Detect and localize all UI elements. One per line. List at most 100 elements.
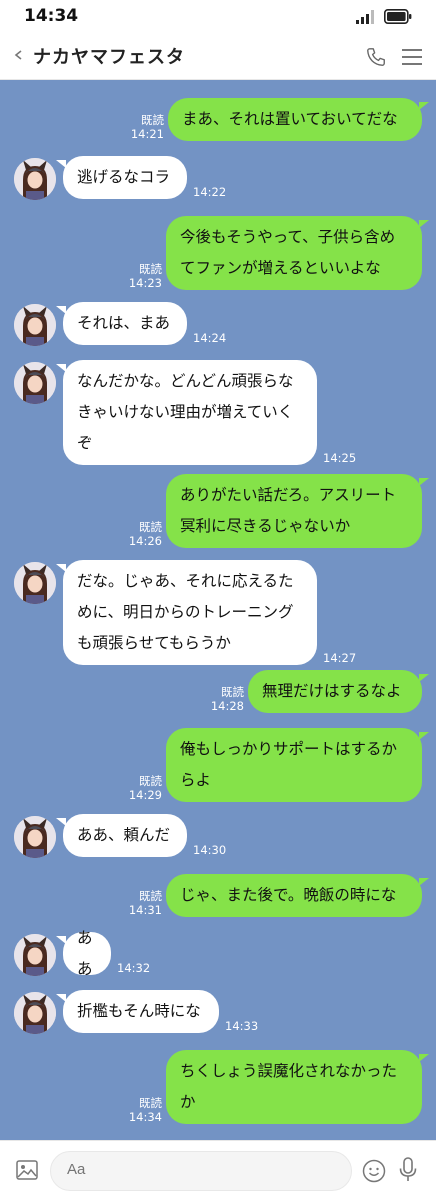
chevron-left-icon[interactable] [12,45,26,65]
message-right-11: じゃ、また後で。晩飯の時にな 既読 14:31 [0,874,436,917]
read-receipt: 既読 [139,520,162,534]
avatar[interactable] [14,304,56,346]
message-line: だな。じゃあ、それに応えるた [77,572,294,590]
message-text: 逃げるなコラ [77,162,170,193]
message-time: 14:34 [128,1110,162,1124]
avatar[interactable] [14,816,56,858]
message-time: 14:27 [323,651,357,665]
message-left-7: だな。じゃあ、それに応えるた めに、明日からのトレーニング も頑張らせてもらうか 14… [0,560,436,665]
message-right-3: 今後もそうやって、子供ら含め てファンが増えるといいよな 既読 14:23 [0,216,436,290]
message-bubble[interactable]: ちくしょう誤魔化されなかったか [166,1050,429,1124]
status-time: 14:34 [24,6,79,26]
chat-header: ナカヤマフェスタ [0,34,436,80]
phone-icon[interactable] [365,46,387,68]
message-meta: 既読 14:23 [129,262,162,290]
microphone-icon[interactable] [398,1157,418,1183]
message-time: 14:26 [128,534,162,548]
message-bubble[interactable]: 無理だけはするなよ [248,670,429,713]
message-meta: 既読 14:21 [131,113,164,141]
message-line: か [180,1093,196,1111]
read-receipt: 既読 [139,1096,162,1110]
message-line: ちくしょう誤魔化されなかった [180,1062,398,1080]
avatar-image [14,934,56,976]
message-bubble[interactable]: だな。じゃあ、それに応えるた めに、明日からのトレーニング も頑張らせてもらうか [56,560,317,665]
message-bubble[interactable]: なんだかな。どんどん頑張らな きゃいけない理由が増えていくぞ [56,360,317,465]
message-line: きゃいけない理由が増えていく [77,403,294,421]
read-receipt: 既読 [221,685,244,699]
avatar[interactable] [14,562,56,604]
message-right-14: ちくしょう誤魔化されなかったか既読 14:34 [0,1050,436,1124]
message-time: 14:31 [128,903,162,917]
message-line: なんだかな。どんどん頑張らな [77,372,294,390]
message-time: 14:21 [130,127,164,141]
message-line: らよ [180,771,212,789]
message-text: 今後もそうやって、子供ら含め てファンが増えるといいよな [180,222,395,284]
message-meta: 14:33 [225,1019,258,1033]
message-right-8: 無理だけはするなよ 既読 14:28 [0,670,436,713]
avatar[interactable] [14,158,56,200]
read-receipt: 既読 [139,774,162,788]
message-time: 14:22 [193,185,227,199]
status-bar: 14:34 [0,0,436,34]
message-left-2: 逃げるなコラ 14:22 [0,156,436,200]
read-receipt: 既読 [139,889,162,903]
message-time: 14:23 [128,276,162,290]
message-left-5: なんだかな。どんどん頑張らな きゃいけない理由が増えていくぞ 14:25 [0,360,436,465]
message-time: 14:30 [193,843,227,857]
message-line: じゃ、また後で。晩飯の時にな [180,886,397,904]
message-input-wrapper[interactable] [50,1151,352,1191]
message-bubble[interactable]: ああ [56,929,111,978]
read-receipt: 既読 [141,113,164,127]
message-bubble[interactable]: ああ、頼んだ [56,814,187,857]
message-bubble[interactable]: じゃ、また後で。晩飯の時にな [166,874,429,917]
message-line: も頑張らせてもらうか [77,634,231,652]
message-text: 折檻もそん時にな [77,996,201,1027]
message-bubble[interactable]: それは、まあ [56,302,187,345]
message-line: ぞ [77,434,93,452]
message-line: それは、まあ [77,314,171,332]
hamburger-menu-icon[interactable] [402,48,422,66]
avatar-image [14,158,56,200]
message-time: 14:32 [117,961,151,975]
avatar-image [14,562,56,604]
message-bubble[interactable]: 俺もしっかりサポートはするか らよ [166,728,429,802]
message-time: 14:28 [210,699,244,713]
message-line: 逃げるなコラ [77,168,171,186]
avatar[interactable] [14,934,56,976]
message-meta: 既読 14:28 [211,685,244,713]
read-receipt: 既読 [139,262,162,276]
avatar-image [14,304,56,346]
message-text: 無理だけはするなよ [262,676,402,707]
message-line: 今後もそうやって、子供ら含め [180,228,396,246]
message-meta: 既読 14:29 [129,774,162,802]
message-line: 無理だけはするなよ [262,682,402,700]
message-text: ちくしょう誤魔化されなかったか [180,1056,397,1118]
message-text: ああ、頼んだ [77,820,170,851]
message-line: 冥利に尽きるじゃないか [180,517,351,535]
message-bubble[interactable]: ありがたい話だろ。アスリート 冥利に尽きるじゃないか [166,474,429,548]
message-line: てファンが増えるといいよな [180,259,381,277]
avatar-image [14,362,56,404]
message-time: 14:25 [323,451,357,465]
signal-icon [356,10,374,24]
message-text: ああ [77,923,97,985]
avatar[interactable] [14,992,56,1034]
message-text: まあ、それは置いておいてだな [182,104,398,135]
image-icon[interactable] [16,1160,38,1180]
message-meta: 既読 14:26 [129,520,162,548]
message-time: 14:29 [128,788,162,802]
message-input[interactable] [67,1161,337,1178]
avatar-image [14,992,56,1034]
message-bubble[interactable]: まあ、それは置いておいてだな [168,98,429,141]
battery-icon [384,9,412,24]
message-meta: 14:22 [193,185,226,199]
message-line: 折檻もそん時にな [77,1002,201,1020]
message-meta: 既読 14:31 [129,889,162,917]
chat-title: ナカヤマフェスタ [33,47,185,68]
message-bubble[interactable]: 今後もそうやって、子供ら含め てファンが増えるといいよな [166,216,429,290]
message-bubble[interactable]: 折檻もそん時にな [56,990,219,1033]
avatar[interactable] [14,362,56,404]
message-line: ああ [77,928,93,978]
emoji-icon[interactable] [362,1159,386,1183]
message-bubble[interactable]: 逃げるなコラ [56,156,187,199]
